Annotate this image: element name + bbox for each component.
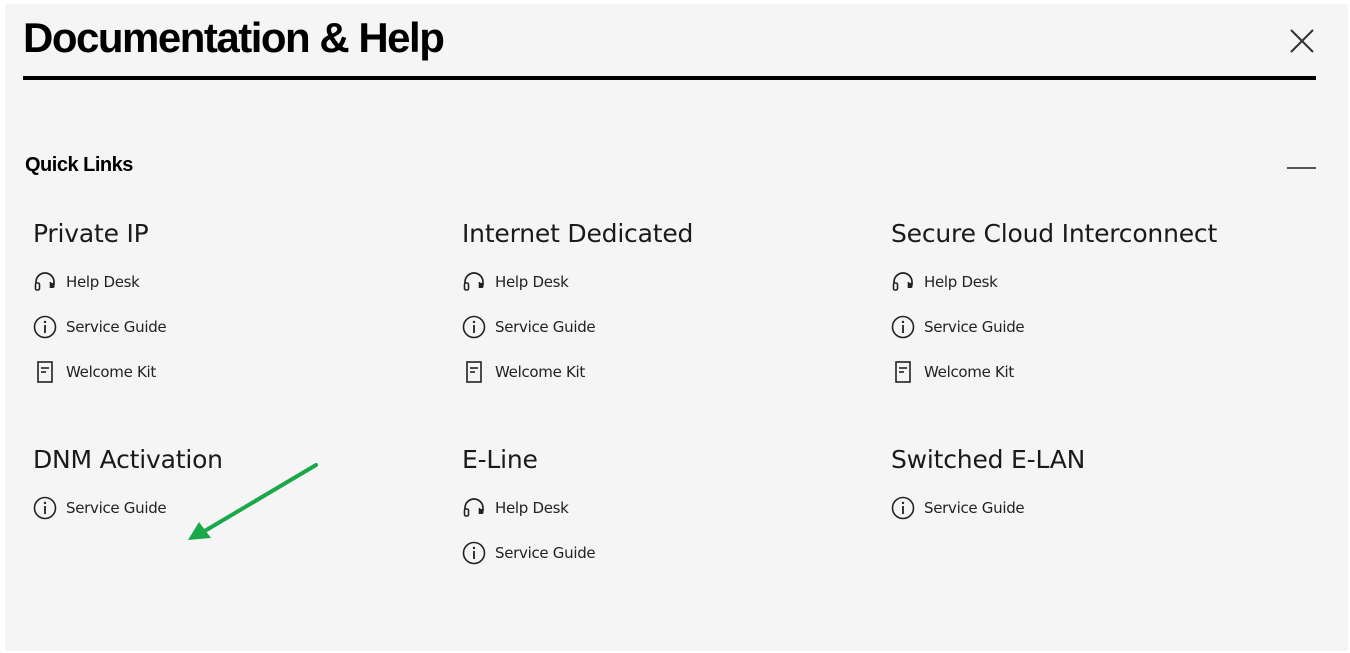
section-title: Internet Dedicated <box>462 219 694 248</box>
service-guide-link[interactable]: Service Guide <box>33 315 167 339</box>
close-icon <box>1290 29 1314 53</box>
documentation-help-panel: Documentation & Help Quick Links Private… <box>5 4 1348 651</box>
service-guide-link[interactable]: Service Guide <box>891 496 1085 520</box>
quick-link-section: E-Line Help Desk Service Guide <box>462 444 596 586</box>
link-label: Service Guide <box>924 499 1025 517</box>
title-divider <box>23 76 1316 80</box>
section-title: Private IP <box>33 219 149 248</box>
help-desk-link[interactable]: Help Desk <box>33 270 166 294</box>
link-label: Help Desk <box>495 273 569 291</box>
info-icon <box>33 496 57 520</box>
service-guide-link[interactable]: Service Guide <box>33 496 223 520</box>
link-label: Help Desk <box>495 499 569 517</box>
link-label: Welcome Kit <box>924 363 1014 381</box>
info-icon <box>891 496 915 520</box>
headset-icon <box>462 270 486 294</box>
welcome-kit-link[interactable]: Welcome Kit <box>891 360 1217 384</box>
link-label: Welcome Kit <box>495 363 585 381</box>
link-label: Service Guide <box>495 544 596 562</box>
link-label: Service Guide <box>495 318 596 336</box>
service-guide-link[interactable]: Service Guide <box>891 315 1217 339</box>
help-desk-link[interactable]: Help Desk <box>462 270 693 294</box>
help-desk-link[interactable]: Help Desk <box>462 496 595 520</box>
quick-link-section: DNM Activation Service Guide <box>33 444 223 541</box>
link-label: Help Desk <box>924 273 998 291</box>
document-icon <box>33 360 57 384</box>
quick-links-heading: Quick Links <box>25 154 133 176</box>
headset-icon <box>462 496 486 520</box>
document-icon <box>891 360 915 384</box>
info-icon <box>462 541 486 565</box>
collapse-button[interactable] <box>1287 160 1317 176</box>
section-title: E-Line <box>462 445 538 474</box>
link-label: Service Guide <box>924 318 1025 336</box>
link-label: Welcome Kit <box>66 363 156 381</box>
info-icon <box>462 315 486 339</box>
quick-link-section: Private IP Help Desk Service Guide Welcome … <box>33 218 167 405</box>
service-guide-link[interactable]: Service Guide <box>462 315 693 339</box>
help-desk-link[interactable]: Help Desk <box>891 270 1217 294</box>
page-title: Documentation & Help <box>23 14 445 61</box>
section-title: Secure Cloud Interconnect <box>891 219 1218 248</box>
welcome-kit-link[interactable]: Welcome Kit <box>462 360 693 384</box>
section-title: Switched E-LAN <box>891 445 1086 474</box>
quick-link-section: Secure Cloud Interconnect Help Desk Servic… <box>891 218 1217 405</box>
link-label: Service Guide <box>66 499 167 517</box>
link-label: Service Guide <box>66 318 167 336</box>
quick-link-section: Internet Dedicated Help Desk Service Guide… <box>462 218 693 405</box>
link-label: Help Desk <box>66 273 140 291</box>
service-guide-link[interactable]: Service Guide <box>462 541 596 565</box>
document-icon <box>462 360 486 384</box>
info-icon <box>33 315 57 339</box>
quick-link-section: Switched E-LAN Service Guide <box>891 444 1085 541</box>
headset-icon <box>33 270 57 294</box>
headset-icon <box>891 270 915 294</box>
section-title: DNM Activation <box>33 445 223 474</box>
welcome-kit-link[interactable]: Welcome Kit <box>33 360 166 384</box>
close-button[interactable] <box>1287 26 1317 56</box>
info-icon <box>891 315 915 339</box>
